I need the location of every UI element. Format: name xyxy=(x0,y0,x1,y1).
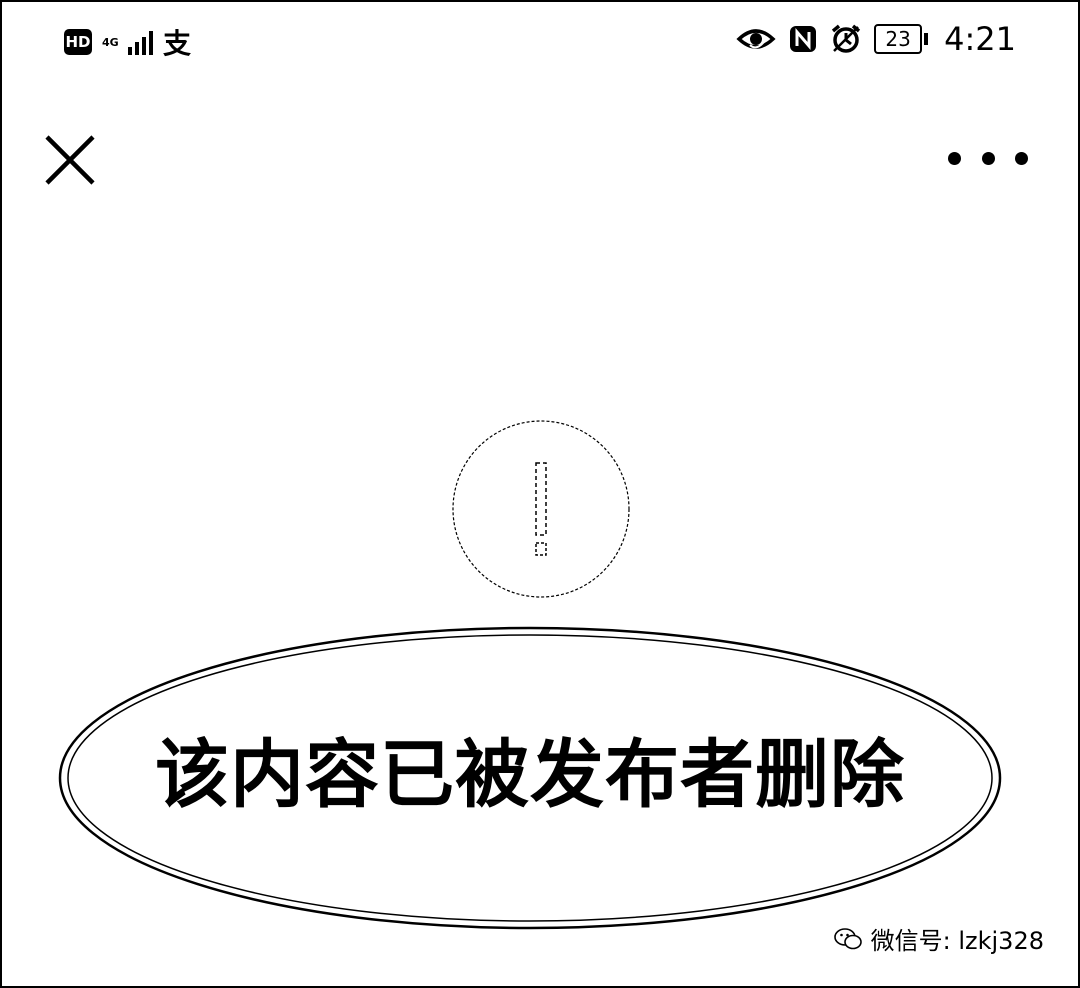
watermark-text: 微信号: lzkj328 xyxy=(870,927,1044,955)
more-options-icon-dot xyxy=(981,151,995,165)
exclamation-circle-icon xyxy=(452,420,630,598)
close-button[interactable] xyxy=(42,132,98,188)
more-options-icon-dot xyxy=(1015,151,1028,165)
signal-icon xyxy=(128,29,153,55)
nfc-icon xyxy=(790,26,817,52)
eye-comfort-icon xyxy=(736,29,776,49)
more-options-button[interactable] xyxy=(948,142,1028,174)
deleted-message-text: 该内容已被发布者删除 xyxy=(155,732,905,818)
close-icon xyxy=(45,135,95,185)
alarm-icon xyxy=(832,24,861,53)
more-options-icon-dot xyxy=(948,151,961,165)
watermark: 微信号: lzkj328 xyxy=(833,921,1044,956)
network-type-label: 4G xyxy=(102,35,119,49)
screen: HD 4G 支 23 4:21 该内容已被发布者删除 微信号: lzkj328 xyxy=(0,0,1080,988)
deleted-message-block: 该内容已被发布者删除 xyxy=(56,620,1004,940)
wechat-icon xyxy=(833,927,862,949)
alipay-icon: 支 xyxy=(163,27,192,60)
status-left-group: HD 4G 支 xyxy=(64,22,191,62)
status-bar: HD 4G 支 23 4:21 xyxy=(2,2,1078,82)
battery-icon: 23 xyxy=(874,24,929,54)
hd-badge: HD xyxy=(64,29,92,55)
status-time: 4:21 xyxy=(944,20,1016,58)
status-right-group: 23 4:21 xyxy=(736,20,1016,58)
